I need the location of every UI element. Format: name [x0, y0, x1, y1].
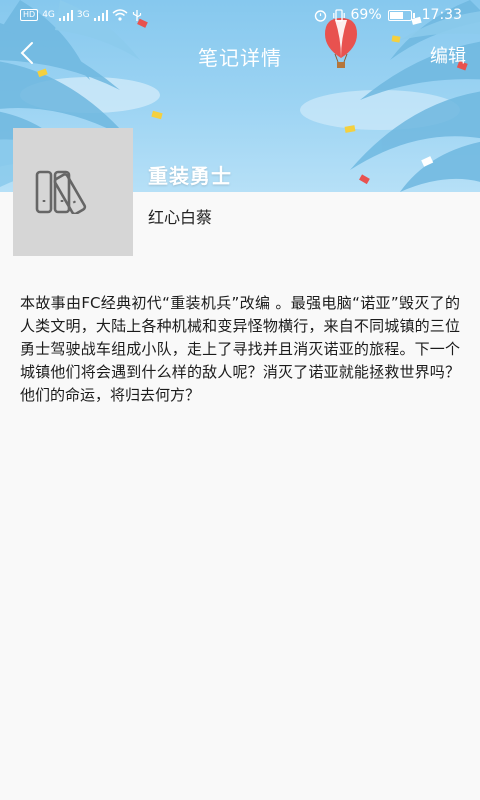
network-4g-label: 4G — [42, 10, 55, 20]
wifi-icon — [112, 9, 128, 21]
battery-percent: 69% — [350, 7, 382, 23]
alarm-icon — [314, 9, 326, 22]
status-right: 69% 17:33 — [314, 7, 462, 23]
usb-icon — [132, 9, 141, 21]
books-icon — [35, 170, 87, 214]
network-3g-label: 3G — [76, 10, 90, 20]
signal-icon — [93, 9, 108, 21]
edit-button[interactable]: 编辑 — [430, 42, 466, 68]
book-description: 本故事由FC经典初代“重装机兵”改编 。最强电脑“诺亚”毁灭了的人类文明，大陆上… — [20, 294, 460, 404]
book-cover — [13, 128, 133, 256]
navigation-bar: 笔记详情 编辑 — [0, 36, 480, 76]
network-indicators: HD 4G 3G — [20, 9, 142, 22]
page-title: 笔记详情 — [198, 46, 282, 70]
hd-badge: HD — [20, 9, 39, 21]
vibrate-icon — [332, 8, 345, 22]
book-title: 重装勇士 — [148, 164, 232, 188]
battery-level — [389, 11, 403, 19]
clock: 17:33 — [421, 7, 462, 23]
book-author: 红心白蔡 — [148, 208, 213, 227]
signal-icon — [58, 9, 73, 21]
status-bar: HD 4G 3G 69% 17:33 — [0, 0, 480, 30]
battery-icon — [387, 9, 415, 21]
